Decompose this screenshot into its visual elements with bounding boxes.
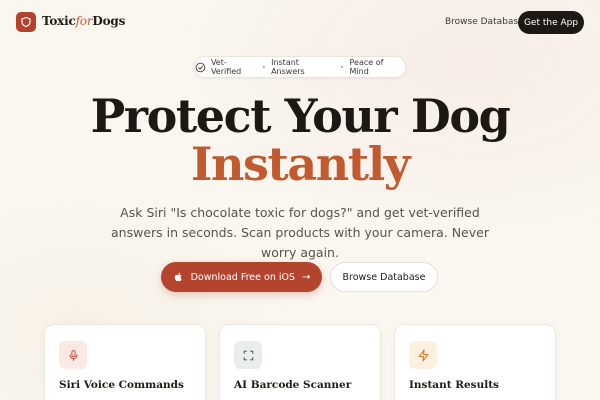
nav-browse-database-link[interactable]: Browse Database [445,17,524,27]
brand-name-part: Toxic [42,14,76,28]
hero-title-line-1: Protect Your Dog [90,89,511,143]
brand-name-part: Dogs [92,14,126,28]
download-ios-label: Download Free on iOS [190,271,296,283]
brand-name-part: for [75,14,93,28]
feature-title: Siri Voice Commands [59,379,184,391]
trust-item: Instant Answers [271,58,305,76]
shield-logo-icon[interactable] [16,12,36,32]
trust-item: Vet-Verified [210,58,242,76]
trust-pill: Vet-Verified • Instant Answers • Peace o… [194,56,406,78]
check-circle-icon [195,62,206,72]
separator-dot: • [261,62,267,72]
browse-database-button[interactable]: Browse Database [330,262,438,292]
feature-card-instant[interactable]: Instant Results [394,324,556,400]
hero-subtitle: Ask Siri "Is chocolate toxic for dogs?" … [111,205,489,260]
arrow-right-icon: → [302,271,311,283]
download-ios-button[interactable]: Download Free on iOS → [161,262,322,292]
separator-dot: • [339,62,345,72]
microphone-icon [59,341,87,369]
scan-icon [234,341,262,369]
get-the-app-button[interactable]: Get the App [518,11,584,34]
apple-icon [174,272,182,282]
top-nav: ToxicforDogs Browse Database Get the App [0,0,600,46]
hero-title-line-2: Instantly [190,137,411,191]
lightning-icon [409,341,437,369]
feature-title: Instant Results [409,379,499,391]
feature-title: AI Barcode Scanner [234,379,352,391]
feature-card-scanner[interactable]: AI Barcode Scanner [219,324,381,400]
trust-item: Peace of Mind [349,58,384,76]
feature-card-siri[interactable]: Siri Voice Commands [44,324,206,400]
brand-name[interactable]: ToxicforDogs [42,14,125,28]
